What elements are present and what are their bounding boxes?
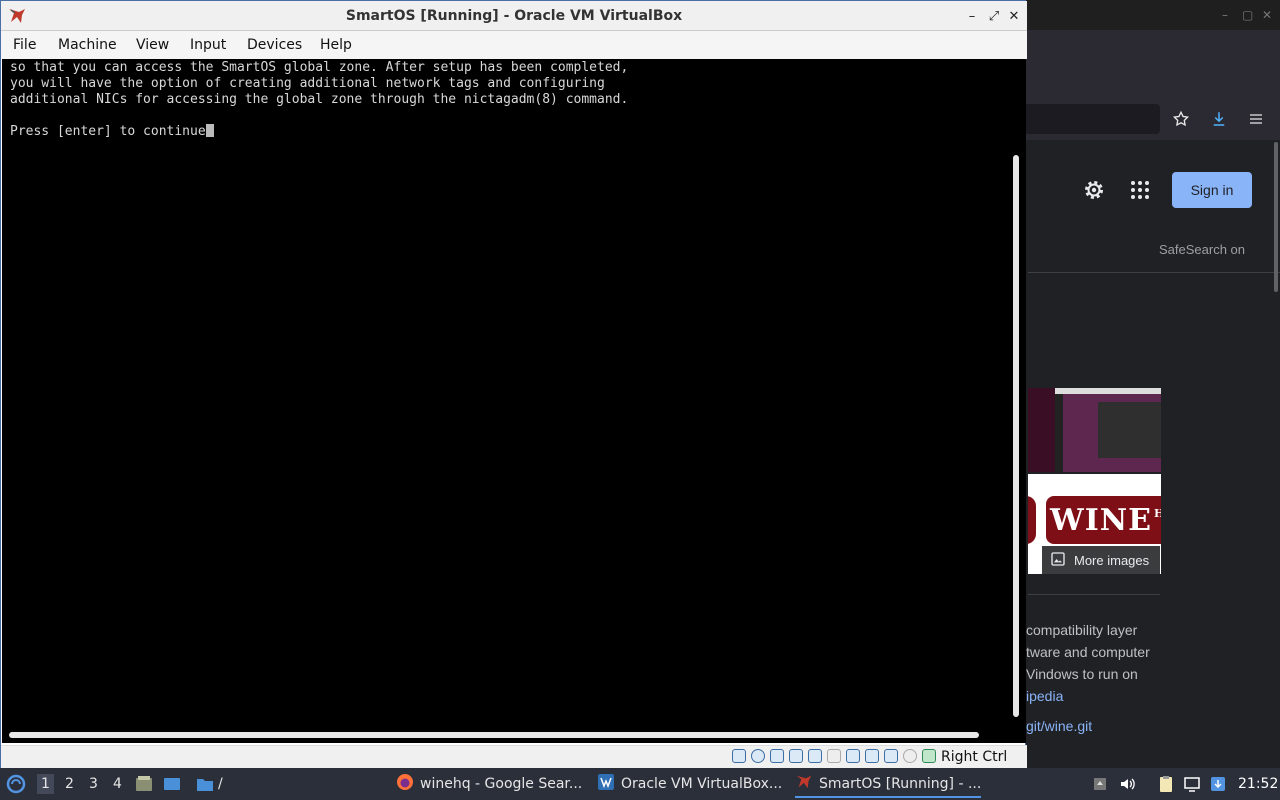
menu-file[interactable]: File <box>13 37 36 53</box>
menu-help[interactable]: Help <box>320 37 352 53</box>
divider <box>1028 594 1160 595</box>
workspace-4[interactable]: 4 <box>113 776 122 792</box>
horizontal-scrollbar[interactable] <box>9 732 979 738</box>
knowledge-panel-text: compatibility layer <box>1026 622 1138 638</box>
keyboard-capture-icon[interactable] <box>922 749 936 763</box>
vm-window-titlebar[interactable]: SmartOS [Running] - Oracle VM VirtualBox… <box>1 1 1027 31</box>
vertical-scrollbar[interactable] <box>1013 155 1019 717</box>
task-label: SmartOS [Running] - ... <box>819 776 982 792</box>
console-line: so that you can access the SmartOS globa… <box>10 60 629 75</box>
menu-machine[interactable]: Machine <box>58 37 117 53</box>
bookmark-star-icon[interactable] <box>1170 108 1192 130</box>
virtualbox-manager-icon <box>597 773 615 795</box>
task-smartos-vm[interactable]: SmartOS [Running] - ... <box>795 772 982 798</box>
divider <box>1028 272 1280 273</box>
knowledge-panel-text: Vindows to run on <box>1026 666 1138 682</box>
desktop-icon[interactable] <box>162 774 182 794</box>
git-repo-link[interactable]: git/wine.git <box>1026 718 1092 734</box>
usb-icon[interactable] <box>808 749 822 763</box>
vm-display[interactable]: so that you can access the SmartOS globa… <box>2 59 1026 743</box>
menu-view[interactable]: View <box>136 37 169 53</box>
app-menu-icon[interactable] <box>1245 108 1267 130</box>
task-label: winehq - Google Sear... <box>420 776 583 792</box>
downloads-icon[interactable] <box>1208 108 1230 130</box>
menu-bar: File Machine View Input Devices Help <box>1 31 1027 59</box>
more-images-button[interactable]: More images <box>1042 546 1160 574</box>
browser-minimize-icon[interactable]: – <box>1222 8 1228 22</box>
optical-drive-icon[interactable] <box>751 749 765 763</box>
browser-close-icon[interactable]: ✕ <box>1262 8 1272 22</box>
page-scrollbar[interactable] <box>1274 142 1278 292</box>
folder-path-label[interactable]: / <box>218 776 223 792</box>
display-icon[interactable] <box>846 749 860 763</box>
console-line: additional NICs for accessing the global… <box>10 92 629 107</box>
task-label: Oracle VM VirtualBox... <box>621 776 783 792</box>
more-images-label: More images <box>1074 552 1150 568</box>
update-icon[interactable] <box>1208 774 1228 794</box>
task-firefox[interactable]: winehq - Google Sear... <box>396 772 582 796</box>
network-tray-icon[interactable] <box>1182 774 1202 794</box>
mouse-integration-icon[interactable] <box>903 749 917 763</box>
taskbar: 1 2 3 4 / winehq - Google Sear... Oracle… <box>0 768 1280 800</box>
show-desktop-icon[interactable] <box>1090 774 1110 794</box>
google-apps-icon[interactable] <box>1128 178 1152 202</box>
window-title: SmartOS [Running] - Oracle VM VirtualBox <box>345 8 683 24</box>
virtualbox-vm-icon <box>795 773 813 795</box>
video-capture-icon[interactable] <box>865 749 879 763</box>
minimize-icon[interactable]: – <box>963 7 981 25</box>
menu-input[interactable]: Input <box>190 37 226 53</box>
console-line: you will have the option of creating add… <box>10 76 605 91</box>
virtualization-icon[interactable] <box>884 749 898 763</box>
vm-status-bar: Right Ctrl <box>1 745 1027 769</box>
close-icon[interactable]: ✕ <box>1005 7 1023 25</box>
workspace-3[interactable]: 3 <box>89 776 98 792</box>
image-result-ubuntu-screenshot[interactable] <box>1028 388 1161 472</box>
network-icon[interactable] <box>789 749 803 763</box>
console-prompt: Press [enter] to continue <box>10 124 214 140</box>
hard-disk-icon[interactable] <box>732 749 746 763</box>
shared-folders-icon[interactable] <box>827 749 841 763</box>
start-menu-icon[interactable] <box>6 774 26 794</box>
host-key-label: Right Ctrl <box>941 749 1008 765</box>
sign-in-button[interactable]: Sign in <box>1172 172 1252 208</box>
audio-icon[interactable] <box>770 749 784 763</box>
folder-icon[interactable] <box>195 774 215 794</box>
firefox-icon <box>396 773 414 795</box>
image-icon <box>1050 551 1066 570</box>
workspace-2[interactable]: 2 <box>65 776 74 792</box>
file-manager-icon[interactable] <box>134 774 154 794</box>
safesearch-toggle[interactable]: SafeSearch on <box>1159 242 1245 257</box>
clipboard-icon[interactable] <box>1156 774 1176 794</box>
winehq-logo: WINEHQ <box>1046 496 1161 544</box>
text-cursor <box>205 124 214 137</box>
clock[interactable]: 21:52 <box>1238 776 1278 792</box>
maximize-icon[interactable]: ⤢ <box>985 7 1003 25</box>
task-virtualbox-manager[interactable]: Oracle VM VirtualBox... <box>597 772 782 796</box>
knowledge-panel-text: tware and computer <box>1026 644 1150 660</box>
settings-gear-icon[interactable] <box>1082 178 1106 202</box>
volume-icon[interactable] <box>1118 774 1138 794</box>
menu-devices[interactable]: Devices <box>247 37 302 53</box>
virtualbox-vm-window: SmartOS [Running] - Oracle VM VirtualBox… <box>0 0 1027 769</box>
wikipedia-link[interactable]: ipedia <box>1026 688 1063 704</box>
browser-maximize-icon[interactable]: ▢ <box>1242 8 1253 22</box>
workspace-1[interactable]: 1 <box>37 774 54 794</box>
